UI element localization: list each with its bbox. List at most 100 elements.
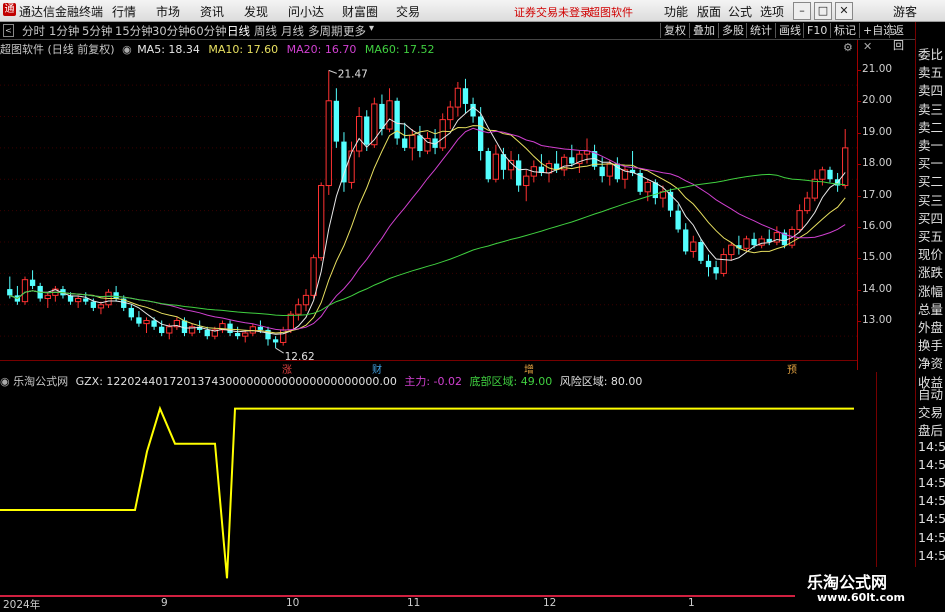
tab-15min[interactable]: 15分钟 [115, 23, 153, 39]
period-toolbar: < 分时 1分钟 5分钟 15分钟 30分钟 60分钟 日线 周线 月线 多周期… [0, 22, 915, 52]
candle-body [166, 326, 173, 334]
candle-body [318, 185, 325, 259]
quote-label: 买四 [918, 210, 944, 226]
tab-1min[interactable]: 1分钟 [49, 23, 79, 39]
tab-duozhouqi[interactable]: 多周期 [308, 23, 343, 39]
candle-body [690, 241, 697, 252]
minimize-icon[interactable]: – [793, 2, 811, 20]
trade-label[interactable]: 14:5 [918, 439, 945, 454]
candle-body [652, 182, 658, 199]
menu-banmian[interactable]: 版面 [697, 3, 721, 20]
candle-body [333, 100, 340, 142]
candle-body [249, 326, 256, 334]
candle-body [683, 229, 689, 252]
trade-label[interactable]: 14:5 [918, 475, 945, 490]
close-icon[interactable]: ✕ [835, 2, 853, 20]
tab-60min[interactable]: 60分钟 [189, 23, 227, 39]
trade-label[interactable]: 14:5 [918, 457, 945, 472]
indicator-axis-line [876, 372, 877, 594]
tab-gengduo[interactable]: 更多 [343, 23, 366, 39]
tab-5min[interactable]: 5分钟 [82, 23, 112, 39]
event-marker[interactable]: 预 [787, 361, 797, 376]
candle-body [796, 210, 803, 230]
trade-label[interactable]: 14:5 [918, 548, 945, 563]
settings-gear-icon[interactable]: ⚙ [843, 41, 853, 54]
y-tick-label: 14.00 [862, 282, 893, 295]
quote-label: 卖二 [918, 119, 944, 135]
tab-30min[interactable]: 30分钟 [152, 23, 190, 39]
trade-label[interactable]: 自动 [918, 384, 943, 403]
price-chart[interactable]: 21.47 12.62 [0, 55, 857, 360]
candle-body [234, 333, 241, 337]
menu-xuanxiang[interactable]: 选项 [760, 3, 784, 20]
collapse-icon[interactable]: < [3, 24, 14, 37]
quote-side-panel: 委比 卖五 卖四 卖三 卖二 卖一 买一 买二 买三 买四 买五 现价 涨跌 涨幅 总量 外盘 换手 净资 收益 自动… [915, 22, 945, 582]
tab-rixian[interactable]: 日线 [227, 23, 250, 39]
btn-biaoji[interactable]: 标记 [830, 23, 859, 38]
trade-label[interactable]: 14:5 [918, 511, 945, 526]
quote-label: 买三 [918, 192, 944, 208]
btn-huaxian[interactable]: 画线 [775, 23, 804, 38]
watermark: 乐淘公式网 www.60lt.com [795, 567, 945, 609]
menu-faxian[interactable]: 发现 [244, 3, 268, 20]
trade-label[interactable]: 盘后 [918, 420, 943, 439]
candle-body [402, 138, 408, 148]
menu-wenxiaoda[interactable]: 问小达 [288, 3, 324, 20]
menu-caifuquan[interactable]: 财富圈 [342, 3, 378, 20]
ma20-line [9, 127, 846, 331]
tab-fenshi[interactable]: 分时 [22, 23, 45, 39]
quote-label: 卖五 [918, 65, 944, 81]
menu-shichang[interactable]: 市场 [156, 3, 180, 20]
trade-label[interactable]: 14:5 [918, 530, 945, 545]
trade-label[interactable]: 交易 [918, 402, 943, 421]
quote-label: 卖一 [918, 138, 944, 153]
menu-zixun[interactable]: 资讯 [200, 3, 224, 20]
maximize-icon[interactable]: □ [814, 2, 832, 20]
menu-jiaoyi[interactable]: 交易 [396, 3, 420, 20]
btn-f10[interactable]: F10 [803, 23, 830, 38]
btn-fuquan[interactable]: 复权 [660, 23, 689, 38]
indicator-circle-icon[interactable]: ◉ [0, 375, 10, 388]
menu-gongneng[interactable]: 功能 [664, 3, 688, 20]
menu-hangqing[interactable]: 行情 [112, 3, 136, 20]
btn-diejia[interactable]: 叠加 [689, 23, 718, 38]
trade-label[interactable]: 14:5 [918, 493, 945, 508]
tab-yuexian[interactable]: 月线 [281, 23, 304, 39]
login-warning[interactable]: 证券交易未登录 [514, 4, 591, 20]
candle-body [569, 157, 575, 164]
candle-body [181, 320, 188, 334]
btn-fanhui[interactable]: 返回 [889, 23, 915, 52]
quote-label: 买二 [918, 174, 944, 190]
menu-gongshi[interactable]: 公式 [728, 3, 752, 20]
y-tick-label: 17.00 [862, 188, 893, 201]
candle-body [136, 317, 142, 324]
quote-label: 涨幅 [918, 283, 944, 299]
indicator-chart[interactable] [0, 388, 857, 593]
candle-body [439, 119, 446, 149]
ma60-line [9, 173, 846, 317]
watermark-url: www.60lt.com [817, 591, 906, 604]
chevron-down-icon[interactable]: ▾ [369, 23, 374, 34]
app-title: 通达信金融终端 [19, 5, 104, 19]
btn-tongji[interactable]: 统计 [746, 23, 775, 38]
app-logo-icon: 通 [3, 3, 16, 16]
guest-label[interactable]: 游客 [893, 3, 917, 20]
y-tick [858, 164, 861, 166]
gzx-value: GZX: 12202440172013743000000000000000000… [75, 375, 397, 388]
y-tick [858, 132, 861, 134]
high-marker-label: 21.47 [338, 68, 368, 80]
candle-body [113, 292, 119, 299]
watermark-title: 乐淘公式网 [807, 573, 888, 592]
candle-body [341, 141, 347, 183]
candle-body [310, 257, 317, 296]
quote-label: 净资 [918, 356, 944, 372]
low-marker-label: 12.62 [285, 351, 315, 360]
y-tick-label: 16.00 [862, 220, 893, 233]
candle-body [394, 100, 400, 139]
quote-label: 换手 [918, 338, 944, 354]
quote-label: 外盘 [918, 320, 944, 335]
indicator-line [0, 405, 854, 579]
btn-duogu[interactable]: 多股 [718, 23, 747, 38]
tab-zhouxian[interactable]: 周线 [254, 23, 277, 39]
time-axis-label: 1 [688, 597, 695, 609]
